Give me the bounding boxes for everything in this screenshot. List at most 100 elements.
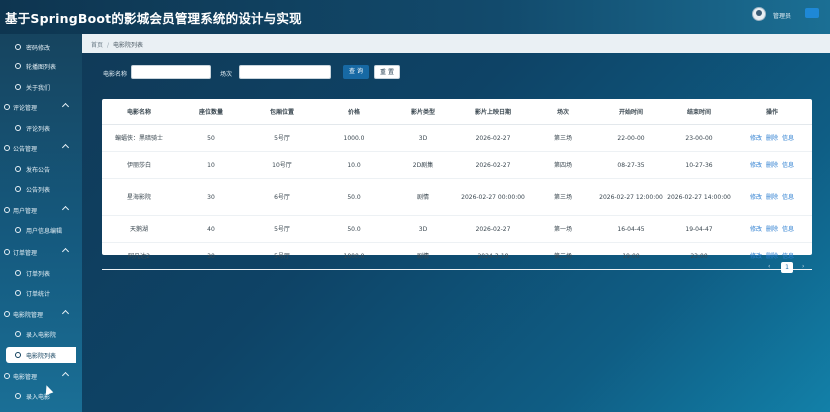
session-input[interactable] xyxy=(239,65,331,79)
table-cell: 40 xyxy=(176,215,246,243)
sidebar-item-11[interactable]: 订单列表 xyxy=(0,265,82,281)
user-name[interactable]: 管理员 xyxy=(773,11,791,20)
sidebar-group-5[interactable]: 公告管理 xyxy=(0,140,82,156)
movie-name-label: 电影名称 xyxy=(103,71,128,78)
prev-page-button[interactable]: ‹ xyxy=(768,263,770,270)
info-link[interactable]: 信息 xyxy=(782,253,794,260)
delete-link[interactable]: 删除 xyxy=(766,226,778,233)
column-header: 电影名称 xyxy=(102,99,176,125)
main-content: 首页 / 电影院列表 电影名称 场次 查 询 重 置 电影名称 座位数量 包厢位置 价格影… xyxy=(82,34,830,412)
info-link[interactable]: 信息 xyxy=(782,135,794,142)
table-cell: 剧情 xyxy=(390,178,456,216)
table-cell: 22-00-00 xyxy=(596,124,666,152)
edit-link[interactable]: 修改 xyxy=(750,135,762,142)
app-title: 基于SpringBoot的影城会员管理系统的设计与实现 xyxy=(5,11,302,26)
table-cell: 3D xyxy=(390,215,456,243)
sidebar-item-label: 订单列表 xyxy=(26,270,51,278)
table-cell: 1000.0 xyxy=(318,242,390,270)
sidebar-item-6[interactable]: 发布公告 xyxy=(0,161,82,177)
circle-icon xyxy=(15,44,21,50)
cinema-table: 电影名称 座位数量 包厢位置 价格 影片类型 影片上映日期 场次 开始时间 结束时间 操作 蝙蝠侠… xyxy=(102,99,812,270)
edit-link[interactable]: 修改 xyxy=(750,194,762,201)
circle-icon xyxy=(15,331,21,337)
table-cell: 16-04-45 xyxy=(596,215,666,243)
table-cell: 伊丽莎白 xyxy=(102,151,176,179)
next-page-button[interactable]: › xyxy=(802,263,804,270)
table-cell: 第四场 xyxy=(530,151,596,179)
page-1-button[interactable]: 1 xyxy=(781,262,793,273)
table-cell: 50.0 xyxy=(318,178,390,216)
delete-link[interactable]: 删除 xyxy=(766,135,778,142)
table-cell: 星海影院 xyxy=(102,178,176,216)
table-header-row: 电影名称 座位数量 包厢位置 价格 影片类型 影片上映日期 场次 开始时间 结束时间 操作 xyxy=(102,99,812,125)
sidebar-item-12[interactable]: 订单统计 xyxy=(0,285,82,301)
table-cell: 2024-3-19 xyxy=(456,242,530,270)
table-cell: 23-00-00 xyxy=(666,124,732,152)
table-cell: 50.0 xyxy=(318,215,390,243)
table-cell: 6号厅 xyxy=(246,178,318,216)
query-button[interactable]: 查 询 xyxy=(343,65,369,79)
column-header: 操作 xyxy=(732,99,812,125)
sidebar-item-label: 用户信息编辑 xyxy=(26,227,63,235)
delete-link[interactable]: 删除 xyxy=(766,253,778,260)
info-link[interactable]: 信息 xyxy=(782,194,794,201)
table-cell: 10 xyxy=(176,151,246,179)
sidebar-group-8[interactable]: 用户管理 xyxy=(0,202,82,218)
column-header: 影片上映日期 xyxy=(456,99,530,125)
sidebar-item-0[interactable]: 密码修改 xyxy=(0,39,82,55)
sidebar-item-2[interactable]: 关于我们 xyxy=(0,79,82,95)
column-header: 开始时间 xyxy=(596,99,666,125)
sidebar-group-13[interactable]: 电影院管理 xyxy=(0,306,82,322)
table-cell: 2026-02-27 xyxy=(456,124,530,152)
circle-icon xyxy=(15,186,21,192)
edit-link[interactable]: 修改 xyxy=(750,162,762,169)
sidebar-item-label: 订单管理 xyxy=(13,249,38,257)
sidebar-item-1[interactable]: 轮播图列表 xyxy=(0,58,82,74)
avatar[interactable] xyxy=(752,7,766,21)
info-link[interactable]: 信息 xyxy=(782,162,794,169)
sidebar-item-9[interactable]: 用户信息编辑 xyxy=(0,222,82,238)
table-cell: 50 xyxy=(176,124,246,152)
table-cell: 2026-02-27 xyxy=(456,215,530,243)
sidebar-group-10[interactable]: 订单管理 xyxy=(0,244,82,260)
table-cell: 2026-02-27 00:00:00 xyxy=(456,178,530,216)
circle-icon xyxy=(4,373,10,379)
circle-icon xyxy=(15,84,21,90)
sidebar-group-3[interactable]: 评论管理 xyxy=(0,99,82,115)
delete-link[interactable]: 删除 xyxy=(766,162,778,169)
column-header: 结束时间 xyxy=(666,99,732,125)
table-cell: 19:00 xyxy=(596,242,666,270)
table-cell: 2026-02-27 xyxy=(456,151,530,179)
breadcrumb-current: 电影院列表 xyxy=(113,42,144,49)
delete-link[interactable]: 删除 xyxy=(766,194,778,201)
info-link[interactable]: 信息 xyxy=(782,226,794,233)
row-actions: 修改 删除 信息 xyxy=(732,151,812,179)
sidebar-group-16[interactable]: 电影管理 xyxy=(0,368,82,384)
movie-name-input[interactable] xyxy=(131,65,211,79)
sidebar-item-15[interactable]: 电影院列表 xyxy=(6,347,76,363)
sidebar-item-label: 订单统计 xyxy=(26,290,51,298)
sidebar-item-7[interactable]: 公告列表 xyxy=(0,181,82,197)
table-cell: 5号厅 xyxy=(246,124,318,152)
logout-button[interactable] xyxy=(805,8,819,18)
sidebar-item-14[interactable]: 录入电影院 xyxy=(0,326,82,342)
edit-link[interactable]: 修改 xyxy=(750,253,762,260)
sidebar-item-17[interactable]: 录入电影 xyxy=(0,388,82,404)
chevron-up-icon xyxy=(61,309,70,318)
table-cell: 19-04-47 xyxy=(666,215,732,243)
table-row: 星海影院 30 6号厅 50.0 剧情 2026-02-27 00:00:00 第三场 202… xyxy=(102,178,812,216)
circle-icon xyxy=(4,249,10,255)
table-cell: 天鹅湖 xyxy=(102,215,176,243)
table-cell: 10.0 xyxy=(318,151,390,179)
reset-button[interactable]: 重 置 xyxy=(374,65,400,79)
circle-icon xyxy=(15,290,21,296)
table-cell: 1000.0 xyxy=(318,124,390,152)
circle-icon xyxy=(15,352,21,358)
table-row: 伊丽莎白 10 10号厅 10.0 2D剧集 2026-02-27 第四场 08-27-35 1… xyxy=(102,151,812,179)
breadcrumb-home[interactable]: 首页 xyxy=(91,42,103,49)
chevron-up-icon xyxy=(61,205,70,214)
sidebar-item-4[interactable]: 评论列表 xyxy=(0,120,82,136)
edit-link[interactable]: 修改 xyxy=(750,226,762,233)
table-cell: 剧情 xyxy=(390,242,456,270)
table-cell: 10号厅 xyxy=(246,151,318,179)
